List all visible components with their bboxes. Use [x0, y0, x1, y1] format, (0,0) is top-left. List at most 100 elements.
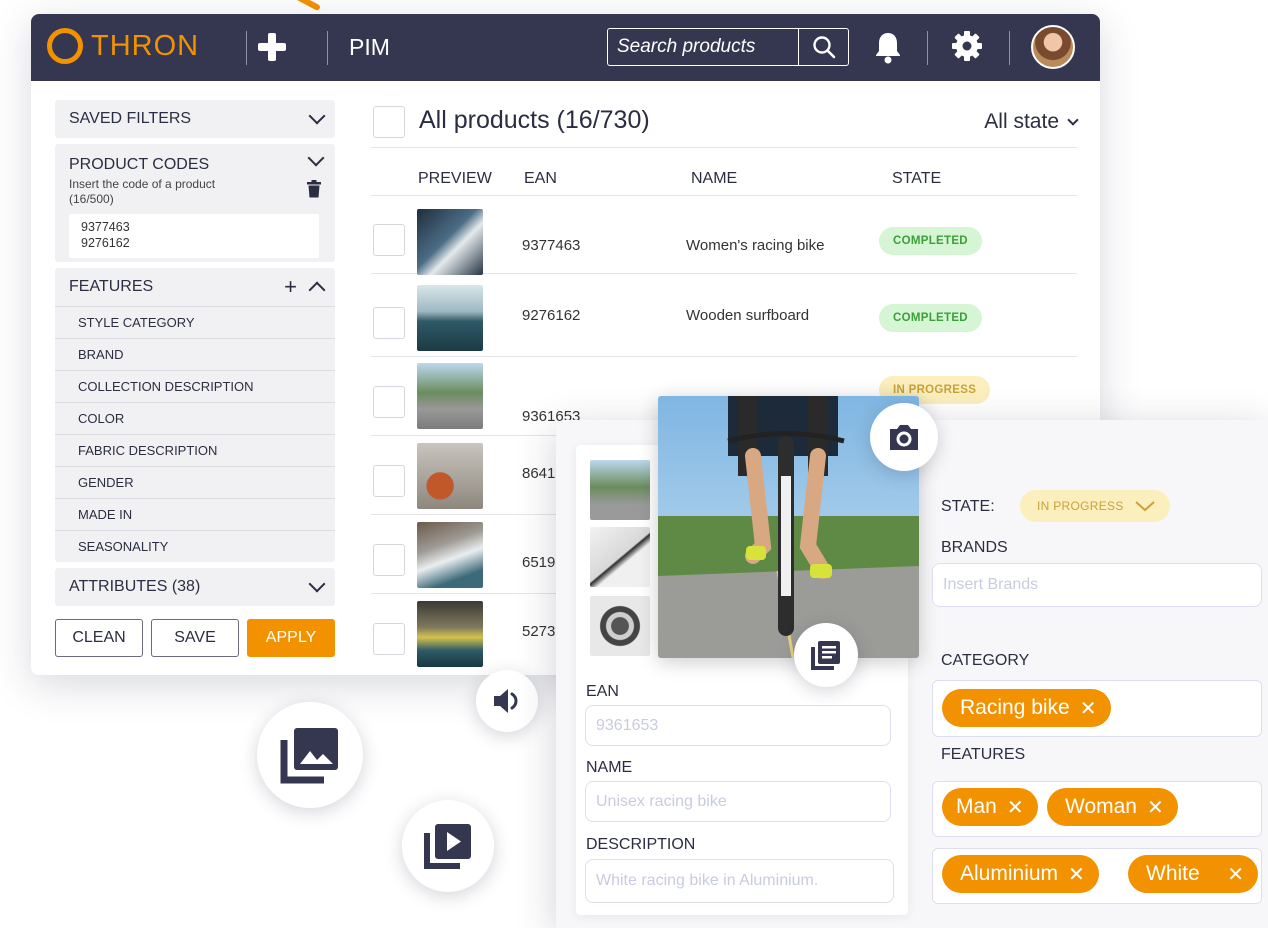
divider: [927, 31, 928, 65]
description-label: DESCRIPTION: [586, 836, 696, 853]
brands-label: BRANDS: [941, 539, 1008, 556]
column-state[interactable]: STATE: [892, 170, 941, 188]
search-box: [607, 28, 849, 66]
product-thumbnail: [417, 363, 483, 429]
gallery-thumbnail[interactable]: [590, 460, 650, 520]
product-codes-textarea[interactable]: 9377463 9276162: [69, 214, 319, 258]
product-thumbnail: [417, 209, 483, 275]
plus-icon[interactable]: [257, 32, 287, 62]
thron-logo[interactable]: THRON: [47, 28, 199, 64]
row-checkbox[interactable]: [373, 386, 405, 418]
state-dropdown[interactable]: IN PROGRESS: [1020, 490, 1170, 522]
column-preview: PREVIEW: [418, 170, 492, 187]
select-all-checkbox[interactable]: [373, 106, 405, 138]
feature-item[interactable]: GENDER: [55, 466, 335, 498]
feature-item[interactable]: COLOR: [55, 402, 335, 434]
feature-item[interactable]: BRAND: [55, 338, 335, 370]
product-thumbnail: [417, 522, 483, 588]
gallery-thumbnail[interactable]: [590, 527, 650, 587]
remove-tag-icon[interactable]: ✕: [1147, 795, 1164, 820]
remove-tag-icon[interactable]: ✕: [1007, 795, 1024, 820]
document-icon: [811, 641, 840, 670]
add-feature-icon[interactable]: +: [284, 276, 297, 298]
feature-tag: Man ✕: [942, 788, 1038, 826]
state-filter-dropdown[interactable]: All state: [984, 110, 1079, 134]
remove-tag-icon[interactable]: ✕: [1227, 862, 1244, 887]
tag-label: Woman: [1065, 795, 1137, 818]
logo-text: THRON: [91, 29, 200, 62]
description-field[interactable]: White racing bike in Aluminium.: [585, 859, 894, 903]
save-button[interactable]: SAVE: [151, 619, 239, 657]
apply-button[interactable]: APPLY: [247, 619, 335, 657]
feature-item[interactable]: COLLECTION DESCRIPTION: [55, 370, 335, 402]
chevron-down-icon: [1134, 501, 1155, 512]
row-checkbox[interactable]: [373, 465, 405, 497]
product-thumbnail: [417, 443, 483, 509]
search-button[interactable]: [798, 29, 848, 65]
divider: [246, 31, 247, 65]
product-codes-title: PRODUCT CODES: [69, 156, 210, 173]
search-icon: [812, 36, 835, 59]
speaker-icon: [494, 689, 518, 713]
section-title: PIM: [349, 34, 390, 60]
attributes-panel[interactable]: ATTRIBUTES (38): [55, 568, 335, 606]
feature-item[interactable]: MADE IN: [55, 498, 335, 530]
remove-tag-icon[interactable]: ✕: [1068, 862, 1085, 887]
documents-button[interactable]: [794, 623, 858, 687]
product-code: 9276162: [81, 236, 130, 250]
tag-label: White: [1146, 862, 1200, 885]
product-codes-panel: PRODUCT CODES Insert the code of a produ…: [55, 144, 335, 262]
features-title: FEATURES: [69, 278, 154, 295]
feature-tag: White ✕: [1128, 855, 1258, 893]
audio-button[interactable]: [476, 670, 538, 732]
row-checkbox[interactable]: [373, 544, 405, 576]
row-checkbox[interactable]: [373, 224, 405, 256]
features-label: FEATURES: [941, 746, 1026, 763]
state-value: IN PROGRESS: [1037, 499, 1124, 513]
chevron-up-icon[interactable]: [308, 281, 326, 299]
features-panel: FEATURES + STYLE CATEGORY BRAND COLLECTI…: [55, 268, 335, 562]
products-header: All products (16/730) All state: [371, 104, 1079, 148]
gallery-icon: [280, 728, 338, 784]
product-thumbnail: [417, 601, 483, 667]
column-ean[interactable]: EAN: [524, 170, 557, 188]
row-checkbox[interactable]: [373, 307, 405, 339]
camera-icon: [890, 425, 918, 450]
gear-icon[interactable]: [951, 30, 983, 62]
column-name[interactable]: NAME: [691, 170, 737, 188]
feature-item[interactable]: FABRIC DESCRIPTION: [55, 434, 335, 466]
brands-input[interactable]: Insert Brands: [932, 563, 1262, 607]
saved-filters-panel[interactable]: SAVED FILTERS: [55, 100, 335, 138]
status-badge: COMPLETED: [879, 304, 982, 332]
ean-cell: 9377463: [522, 237, 581, 254]
feature-item[interactable]: SEASONALITY: [55, 530, 335, 562]
bell-icon[interactable]: [874, 30, 902, 64]
row-checkbox[interactable]: [373, 623, 405, 655]
state-label: STATE:: [941, 498, 995, 515]
ean-field[interactable]: 9361653: [585, 705, 891, 746]
chevron-down-icon[interactable]: [308, 575, 326, 593]
search-input[interactable]: [608, 29, 798, 65]
user-avatar[interactable]: [1031, 25, 1075, 69]
chevron-down-icon[interactable]: [308, 107, 326, 125]
top-bar: THRON PIM: [31, 14, 1100, 81]
tag-label: Aluminium: [960, 862, 1059, 885]
camera-button[interactable]: [870, 403, 938, 471]
gallery-thumbnail[interactable]: [590, 596, 650, 656]
name-cell: Wooden surfboard: [686, 307, 810, 324]
decorative-orange-stroke: [266, 0, 322, 12]
table-row[interactable]: 9377463 Women's racing bike COMPLETED: [371, 196, 1077, 275]
trash-icon[interactable]: [307, 180, 321, 198]
gallery-button[interactable]: [257, 702, 363, 808]
remove-tag-icon[interactable]: ✕: [1080, 696, 1097, 721]
name-cell: Women's racing bike: [686, 237, 825, 254]
category-label: CATEGORY: [941, 652, 1030, 669]
name-field[interactable]: Unisex racing bike: [585, 781, 891, 822]
product-thumbnail: [417, 285, 483, 351]
ean-cell: 9276162: [522, 307, 581, 324]
feature-item[interactable]: STYLE CATEGORY: [55, 306, 335, 338]
product-code: 9377463: [81, 220, 130, 234]
video-button[interactable]: [402, 800, 494, 892]
clean-button[interactable]: CLEAN: [55, 619, 143, 657]
table-row[interactable]: 9276162 Wooden surfboard COMPLETED: [371, 279, 1077, 357]
